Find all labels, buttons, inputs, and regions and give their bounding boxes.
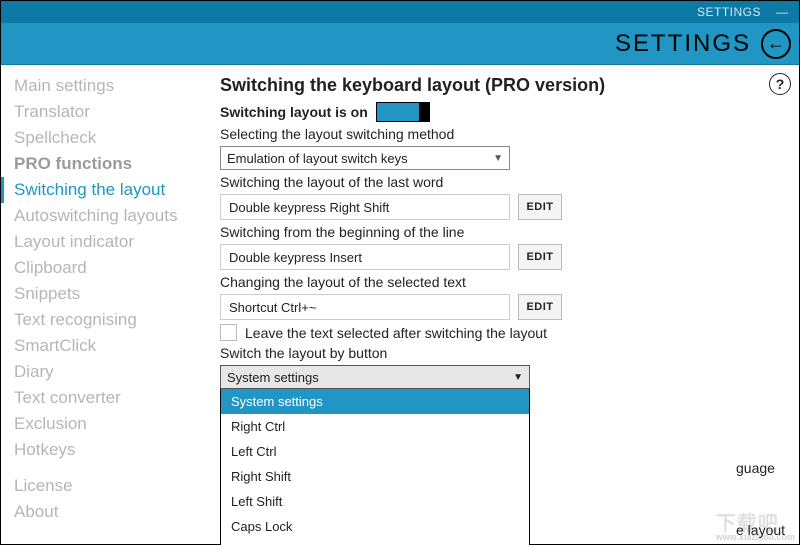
sidebar-item-translator[interactable]: Translator [1, 99, 206, 125]
sidebar-item-autoswitching[interactable]: Autoswitching layouts [1, 203, 206, 229]
titlebar-main: SETTINGS ← [1, 23, 799, 65]
sidebar-item-snippets[interactable]: Snippets [1, 281, 206, 307]
combo-option[interactable]: On right or left Ctrl [221, 539, 529, 545]
sidebar-item-exclusion[interactable]: Exclusion [1, 411, 206, 437]
by-button-label: Switch the layout by button [220, 345, 387, 361]
chevron-down-icon: ▼ [513, 372, 523, 383]
switching-on-label: Switching layout is on [220, 104, 368, 120]
sidebar-item-layout-indicator[interactable]: Layout indicator [1, 229, 206, 255]
sidebar-item-text-recognising[interactable]: Text recognising [1, 307, 206, 333]
sidebar-item-spellcheck[interactable]: Spellcheck [1, 125, 206, 151]
page-heading-main: Switching the keyboard layout [220, 75, 485, 95]
from-line-edit-button[interactable]: EDIT [518, 244, 562, 270]
by-button-combo-value: System settings [227, 370, 319, 385]
content-pane: ? Switching the keyboard layout (PRO ver… [206, 65, 799, 544]
app-window: SETTINGS — SETTINGS ← Main settings Tran… [0, 0, 800, 545]
leave-text-label: Leave the text selected after switching … [245, 325, 547, 341]
by-button-combo-head[interactable]: System settings ▼ [220, 365, 530, 389]
from-line-label: Switching from the beginning of the line [220, 224, 464, 240]
sidebar: Main settings Translator Spellcheck PRO … [1, 65, 206, 544]
method-label: Selecting the layout switching method [220, 126, 454, 142]
obscured-text-2: e layout [736, 522, 785, 538]
from-line-field[interactable]: Double keypress Insert [220, 244, 510, 270]
combo-option[interactable]: Left Shift [221, 489, 529, 514]
titlebar-top: SETTINGS — [1, 1, 799, 23]
page-heading-suffix: (PRO version) [485, 75, 605, 95]
sidebar-item-switching-layout[interactable]: Switching the layout [1, 177, 206, 203]
by-button-combo-list: System settings Right Ctrl Left Ctrl Rig… [220, 389, 530, 545]
sidebar-item-diary[interactable]: Diary [1, 359, 206, 385]
combo-option[interactable]: System settings [221, 389, 529, 414]
last-word-value: Double keypress Right Shift [229, 200, 389, 215]
sidebar-item-smartclick[interactable]: SmartClick [1, 333, 206, 359]
combo-option[interactable]: Left Ctrl [221, 439, 529, 464]
page-heading: Switching the keyboard layout (PRO versi… [220, 75, 785, 96]
from-line-value: Double keypress Insert [229, 250, 362, 265]
combo-option[interactable]: Right Ctrl [221, 414, 529, 439]
obscured-text-1: guage [736, 460, 775, 476]
combo-option[interactable]: Caps Lock [221, 514, 529, 539]
by-button-combo[interactable]: System settings ▼ System settings Right … [220, 365, 530, 389]
sidebar-item-license[interactable]: License [1, 473, 206, 499]
last-word-label: Switching the layout of the last word [220, 174, 443, 190]
sidebar-item-about[interactable]: About [1, 499, 206, 525]
sidebar-item-main-settings[interactable]: Main settings [1, 73, 206, 99]
selected-text-edit-button[interactable]: EDIT [518, 294, 562, 320]
method-select[interactable]: Emulation of layout switch keys ▼ [220, 146, 510, 170]
selected-text-label: Changing the layout of the selected text [220, 274, 466, 290]
titlebar-settings-link[interactable]: SETTINGS [697, 5, 761, 19]
minimize-icon[interactable]: — [771, 5, 793, 19]
last-word-field[interactable]: Double keypress Right Shift [220, 194, 510, 220]
back-button[interactable]: ← [761, 29, 791, 59]
sidebar-item-clipboard[interactable]: Clipboard [1, 255, 206, 281]
help-button[interactable]: ? [769, 73, 791, 95]
sidebar-item-pro-functions[interactable]: PRO functions [1, 151, 206, 177]
arrow-left-icon: ← [767, 33, 785, 54]
selected-text-value: Shortcut Ctrl+~ [229, 300, 316, 315]
sidebar-item-text-converter[interactable]: Text converter [1, 385, 206, 411]
chevron-down-icon: ▼ [493, 153, 503, 164]
sidebar-item-hotkeys[interactable]: Hotkeys [1, 437, 206, 463]
last-word-edit-button[interactable]: EDIT [518, 194, 562, 220]
leave-text-checkbox[interactable] [220, 324, 237, 341]
combo-option[interactable]: Right Shift [221, 464, 529, 489]
selected-text-field[interactable]: Shortcut Ctrl+~ [220, 294, 510, 320]
method-select-value: Emulation of layout switch keys [227, 151, 408, 166]
window-title: SETTINGS [615, 30, 751, 58]
switching-on-toggle[interactable] [376, 102, 430, 122]
